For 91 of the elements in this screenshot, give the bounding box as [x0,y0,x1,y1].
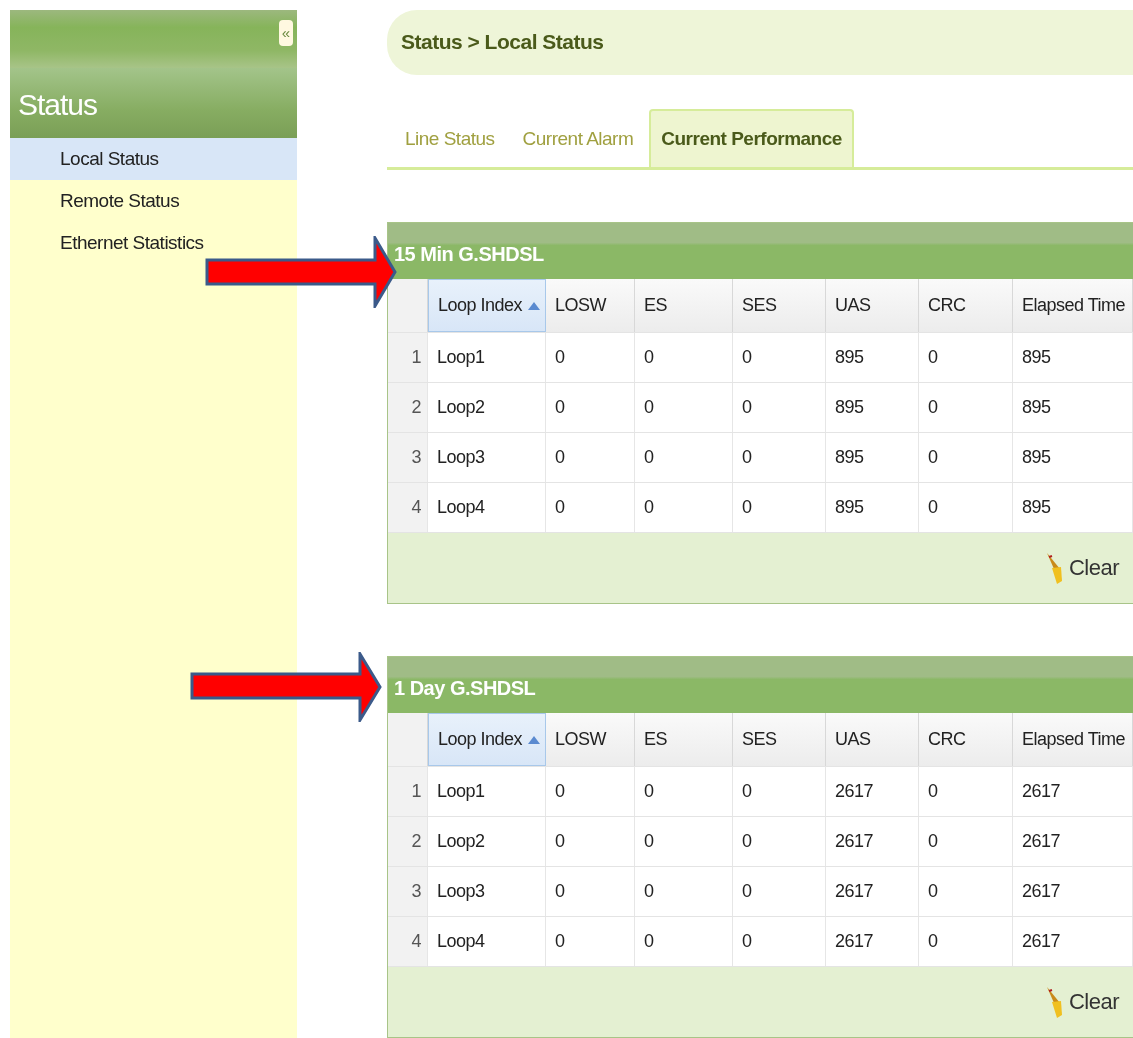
table-cell: 0 [635,867,733,916]
table-cell: Loop2 [428,383,546,432]
sidebar-item[interactable]: Local Status [10,138,297,180]
table-cell: 0 [546,867,635,916]
table-cell: Loop4 [428,483,546,532]
table-cell: 0 [919,817,1013,866]
table-cell: 0 [733,817,826,866]
column-header[interactable]: LOSW [546,713,635,766]
table-cell: 0 [546,433,635,482]
column-header[interactable]: Loop Index [428,279,546,332]
table-cell: Loop3 [428,867,546,916]
table-cell: 895 [1013,433,1133,482]
table-cell: 0 [635,433,733,482]
column-header[interactable]: ES [635,713,733,766]
sidebar-item[interactable]: Ethernet Statistics [10,222,297,264]
column-header[interactable]: UAS [826,279,919,332]
column-header[interactable]: LOSW [546,279,635,332]
table-cell: 2617 [826,817,919,866]
row-number: 3 [388,867,428,916]
table-cell: 0 [919,383,1013,432]
clear-button[interactable]: Clear [1044,551,1119,585]
table-cell: 0 [733,433,826,482]
table-cell: 0 [919,483,1013,532]
column-header[interactable]: Elapsed Time [1013,279,1133,332]
table-cell: 0 [733,917,826,966]
table-cell: 2617 [826,917,919,966]
column-header[interactable]: Elapsed Time [1013,713,1133,766]
column-header[interactable]: SES [733,713,826,766]
table-cell: 2617 [826,767,919,816]
table-cell: 0 [733,867,826,916]
row-number: 2 [388,817,428,866]
table-cell: 0 [733,767,826,816]
table-cell: 0 [546,333,635,382]
column-header[interactable]: UAS [826,713,919,766]
sidebar-heading: Status [10,68,297,138]
table-cell: Loop3 [428,433,546,482]
table-cell: 0 [733,383,826,432]
panel-title: 15 Min G.SHDSL [388,223,1133,279]
table-cell: 0 [635,483,733,532]
column-header[interactable]: SES [733,279,826,332]
table-cell: 0 [546,767,635,816]
table-cell: 2617 [826,867,919,916]
column-header[interactable]: Loop Index [428,713,546,766]
table-cell: Loop2 [428,817,546,866]
panel-title: 1 Day G.SHDSL [388,657,1133,713]
table-cell: 0 [635,767,733,816]
table-cell: 0 [919,867,1013,916]
table-cell: 0 [635,383,733,432]
breadcrumb: Status > Local Status [387,10,1133,75]
table-cell: 2617 [1013,867,1133,916]
table-cell: 0 [635,333,733,382]
table-cell: 895 [1013,383,1133,432]
column-header[interactable]: ES [635,279,733,332]
table-cell: 2617 [1013,767,1133,816]
tab[interactable]: Current Performance [649,109,854,167]
table-cell: 895 [1013,333,1133,382]
table-cell: 895 [826,433,919,482]
sidebar-item[interactable]: Remote Status [10,180,297,222]
table-cell: 0 [546,383,635,432]
table-cell: 0 [733,483,826,532]
row-number: 4 [388,917,428,966]
table-cell: 0 [635,917,733,966]
table-cell: 895 [826,483,919,532]
table-cell: 0 [546,483,635,532]
table-cell: 0 [546,817,635,866]
table-cell: 2617 [1013,917,1133,966]
table-cell: 2617 [1013,817,1133,866]
column-header[interactable]: CRC [919,713,1013,766]
table-cell: 895 [826,383,919,432]
table-cell: 0 [733,333,826,382]
table-cell: Loop1 [428,333,546,382]
table-cell: Loop1 [428,767,546,816]
table-cell: 895 [1013,483,1133,532]
table-cell: Loop4 [428,917,546,966]
sort-ascending-icon [528,735,541,744]
table-cell: 0 [919,333,1013,382]
row-number: 1 [388,333,428,382]
table-cell: 0 [546,917,635,966]
table-cell: 0 [919,433,1013,482]
column-header[interactable]: CRC [919,279,1013,332]
row-number: 4 [388,483,428,532]
sort-ascending-icon [528,301,541,310]
clear-button[interactable]: Clear [1044,985,1119,1019]
table-cell: 0 [919,917,1013,966]
table-cell: 0 [635,817,733,866]
row-number: 3 [388,433,428,482]
collapse-button[interactable]: « [278,20,293,46]
row-number: 1 [388,767,428,816]
table-cell: 0 [919,767,1013,816]
table-cell: 895 [826,333,919,382]
row-number: 2 [388,383,428,432]
